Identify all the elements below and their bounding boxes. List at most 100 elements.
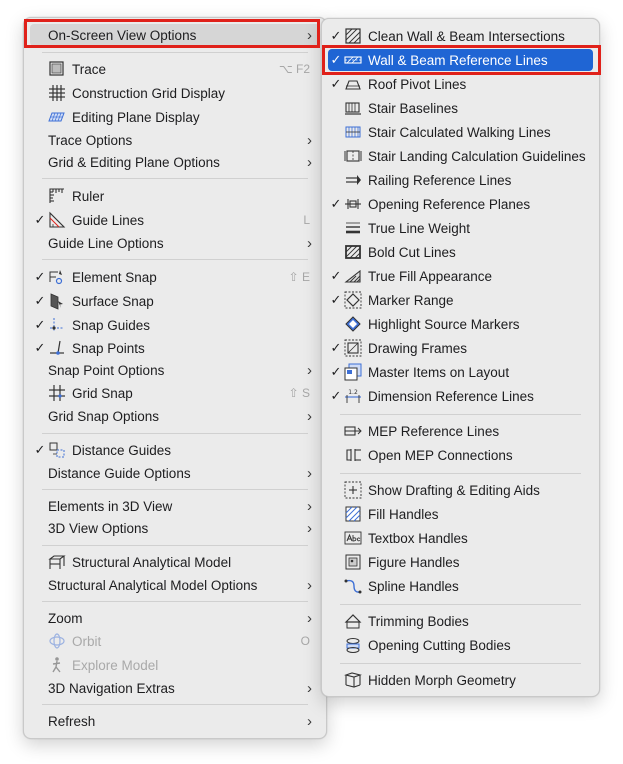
checkmark-icon: ✓ <box>330 364 342 379</box>
menu-item-distance-guides[interactable]: ✓ Distance Guides <box>30 439 320 461</box>
menu-item-label: Distance Guides <box>72 442 172 458</box>
menu-item-snap-points[interactable]: ✓ Snap Points <box>30 337 320 359</box>
menu-item-open-mep-connections[interactable]: Open MEP Connections <box>328 444 593 466</box>
menu-item-grid-snap[interactable]: Grid Snap ⇧ S <box>30 382 320 404</box>
submenu-arrow-icon: › <box>307 519 312 537</box>
submenu-arrow-icon: › <box>307 712 312 730</box>
ruler-icon <box>48 187 66 205</box>
menu-item-stair-baselines[interactable]: Stair Baselines <box>328 97 593 119</box>
menu-separator <box>42 52 308 53</box>
menu-item-spline-handles[interactable]: Spline Handles <box>328 575 593 597</box>
menu-item-guide-line-options[interactable]: Guide Line Options › <box>30 232 320 254</box>
menu-item-label: Snap Guides <box>72 317 151 333</box>
menu-separator <box>340 473 581 474</box>
menu-item-3d-navigation-extras[interactable]: 3D Navigation Extras › <box>30 677 320 699</box>
menu-item-stair-calculated-walking-lines[interactable]: Stair Calculated Walking Lines <box>328 121 593 143</box>
submenu-arrow-icon: › <box>307 576 312 594</box>
menu-item-roof-pivot-lines[interactable]: ✓ Roof Pivot Lines <box>328 73 593 95</box>
highlight-source-icon <box>344 315 362 333</box>
menu-item-label: Fill Handles <box>368 506 439 522</box>
menu-item-marker-range[interactable]: ✓ Marker Range <box>328 289 593 311</box>
menu-item-trace-options[interactable]: Trace Options › <box>30 129 320 151</box>
submenu-arrow-icon: › <box>307 361 312 379</box>
menu-item-snap-guides[interactable]: ✓ Snap Guides <box>30 314 320 336</box>
mep-reference-icon <box>344 422 362 440</box>
menu-item-show-drafting-editing-aids[interactable]: Show Drafting & Editing Aids <box>328 479 593 501</box>
menu-item-label: Trimming Bodies <box>368 613 469 629</box>
menu-item-label: Grid Snap Options <box>48 408 160 424</box>
checkmark-icon: ✓ <box>34 442 46 457</box>
menu-item-structural-analytical-model[interactable]: Structural Analytical Model <box>30 551 320 573</box>
menu-item-label: Spline Handles <box>368 578 459 594</box>
checkmark-icon: ✓ <box>34 212 46 227</box>
menu-item-label: Roof Pivot Lines <box>368 76 467 92</box>
reference-lines-icon <box>344 51 362 69</box>
keyboard-shortcut: ⇧ E <box>288 270 310 284</box>
menu-item-master-items-on-layout[interactable]: ✓ Master Items on Layout <box>328 361 593 383</box>
keyboard-shortcut: ⌥ F2 <box>278 62 310 76</box>
menu-item-label: Show Drafting & Editing Aids <box>368 482 540 498</box>
menu-item-true-line-weight[interactable]: True Line Weight <box>328 217 593 239</box>
menu-item-surface-snap[interactable]: ✓ Surface Snap <box>30 290 320 312</box>
menu-item-structural-analytical-model-options[interactable]: Structural Analytical Model Options › <box>30 574 320 596</box>
menu-item-true-fill-appearance[interactable]: ✓ True Fill Appearance <box>328 265 593 287</box>
menu-item-on-screen-view-options[interactable]: On-Screen View Options › <box>30 24 320 46</box>
menu-item-element-snap[interactable]: ✓ Element Snap ⇧ E <box>30 266 320 288</box>
menu-item-dimension-reference-lines[interactable]: ✓ 1.2 Dimension Reference Lines <box>328 385 593 407</box>
menu-item-opening-cutting-bodies[interactable]: Opening Cutting Bodies <box>328 634 593 656</box>
submenu-arrow-icon: › <box>307 679 312 697</box>
roof-pivot-icon <box>344 75 362 93</box>
menu-item-guide-lines[interactable]: ✓ Guide Lines L <box>30 209 320 231</box>
menu-item-label: Elements in 3D View <box>48 498 173 514</box>
menu-item-opening-reference-planes[interactable]: ✓ Opening Reference Planes <box>328 193 593 215</box>
menu-item-grid-snap-options[interactable]: Grid Snap Options › <box>30 405 320 427</box>
menu-item-3d-view-options[interactable]: 3D View Options › <box>30 517 320 539</box>
menu-item-label: Guide Lines <box>72 212 145 228</box>
checkmark-icon: ✓ <box>330 196 342 211</box>
menu-item-label: MEP Reference Lines <box>368 423 500 439</box>
spline-handles-icon <box>344 577 362 595</box>
menu-item-elements-in-3d-view[interactable]: Elements in 3D View › <box>30 495 320 517</box>
menu-item-construction-grid-display[interactable]: Construction Grid Display <box>30 82 320 104</box>
menu-item-distance-guide-options[interactable]: Distance Guide Options › <box>30 462 320 484</box>
fill-handles-icon <box>344 505 362 523</box>
menu-item-label: 3D Navigation Extras <box>48 680 175 696</box>
menu-item-editing-plane-display[interactable]: Editing Plane Display <box>30 106 320 128</box>
menu-item-orbit: Orbit O <box>30 630 320 652</box>
opening-reference-icon <box>344 195 362 213</box>
editing-plane-icon <box>48 108 66 126</box>
menu-item-label: True Line Weight <box>368 220 471 236</box>
menu-item-textbox-handles[interactable]: Textbox Handles <box>328 527 593 549</box>
menu-item-snap-point-options[interactable]: Snap Point Options › <box>30 359 320 381</box>
menu-item-refresh[interactable]: Refresh › <box>30 710 320 732</box>
menu-item-zoom[interactable]: Zoom › <box>30 607 320 629</box>
menu-item-clean-wall-beam-intersections[interactable]: ✓ Clean Wall & Beam Intersections <box>328 25 593 47</box>
menu-item-drawing-frames[interactable]: ✓ Drawing Frames <box>328 337 593 359</box>
menu-item-fill-handles[interactable]: Fill Handles <box>328 503 593 525</box>
menu-item-label: Clean Wall & Beam Intersections <box>368 28 565 44</box>
menu-item-trimming-bodies[interactable]: Trimming Bodies <box>328 610 593 632</box>
menu-item-label: Explore Model <box>72 657 159 673</box>
menu-item-highlight-source-markers[interactable]: Highlight Source Markers <box>328 313 593 335</box>
menu-item-label: Zoom <box>48 610 83 626</box>
menu-item-bold-cut-lines[interactable]: Bold Cut Lines <box>328 241 593 263</box>
walking-person-icon <box>48 656 66 674</box>
menu-item-wall-beam-reference-lines[interactable]: ✓ Wall & Beam Reference Lines <box>328 49 593 71</box>
menu-item-label: Stair Baselines <box>368 100 459 116</box>
menu-item-label: Open MEP Connections <box>368 447 513 463</box>
menu-item-hidden-morph-geometry[interactable]: Hidden Morph Geometry <box>328 669 593 691</box>
dimension-value-text: 1.2 <box>348 389 358 396</box>
menu-item-label: Bold Cut Lines <box>368 244 456 260</box>
menu-item-mep-reference-lines[interactable]: MEP Reference Lines <box>328 420 593 442</box>
menu-item-railing-reference-lines[interactable]: Railing Reference Lines <box>328 169 593 191</box>
menu-item-label: Construction Grid Display <box>72 85 226 101</box>
checkmark-icon: ✓ <box>34 269 46 284</box>
stair-baselines-icon <box>344 99 362 117</box>
menu-item-grid-editing-plane-options[interactable]: Grid & Editing Plane Options › <box>30 151 320 173</box>
clean-intersections-icon <box>344 27 362 45</box>
snap-guides-icon <box>48 316 66 334</box>
menu-item-figure-handles[interactable]: Figure Handles <box>328 551 593 573</box>
menu-item-trace[interactable]: Trace ⌥ F2 <box>30 58 320 80</box>
menu-item-ruler[interactable]: Ruler <box>30 185 320 207</box>
menu-item-stair-landing-calculation-guidelines[interactable]: Stair Landing Calculation Guidelines <box>328 145 593 167</box>
